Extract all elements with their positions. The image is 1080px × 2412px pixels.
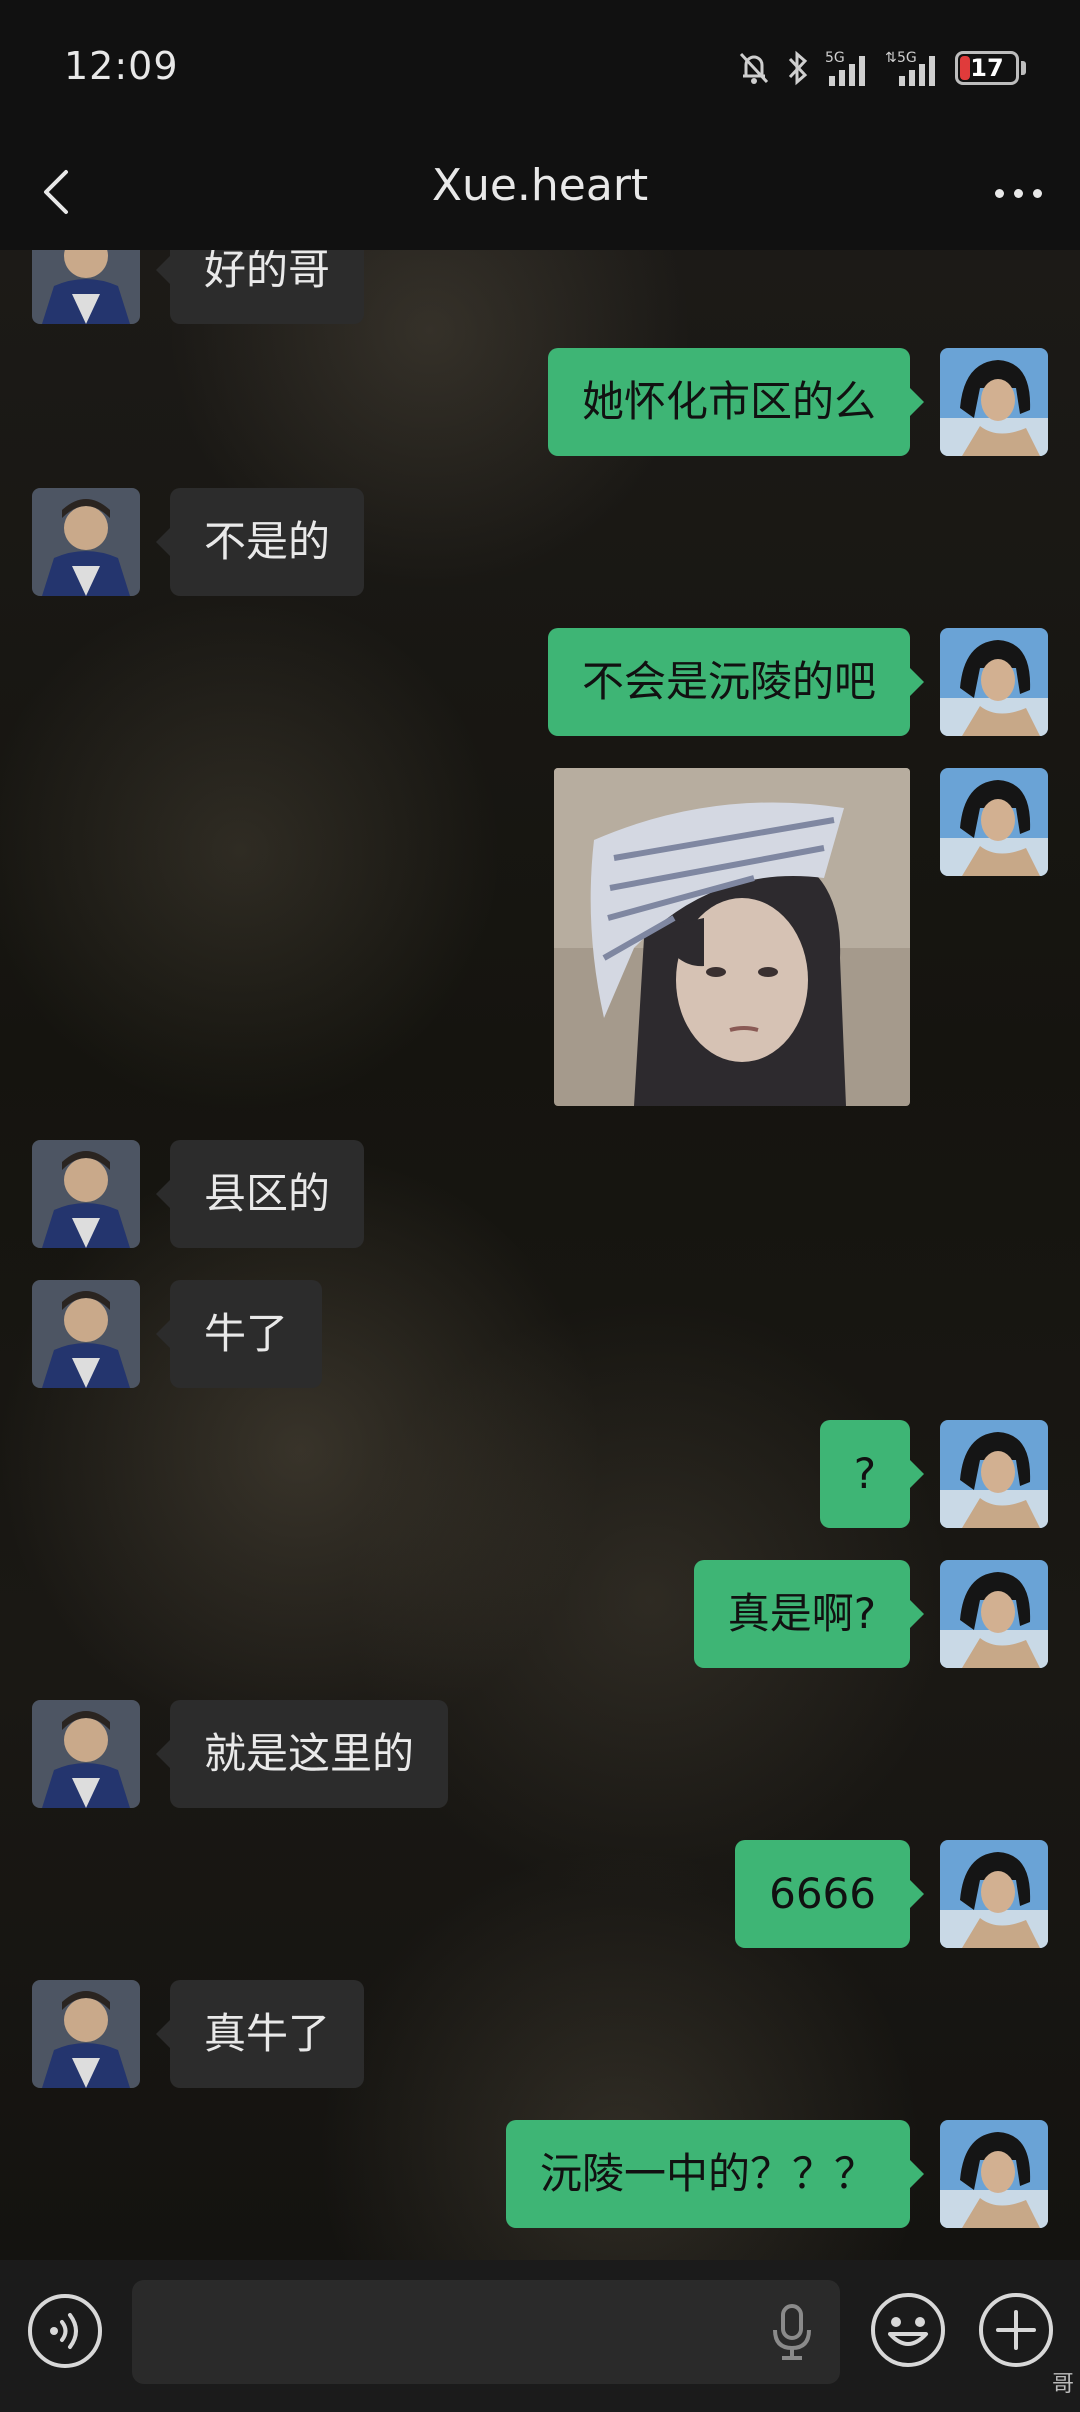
more-button[interactable] [980, 162, 1056, 224]
status-time: 12:09 [64, 44, 179, 88]
more-dot [1013, 188, 1023, 198]
contact-avatar[interactable] [32, 1140, 140, 1248]
message-bubble[interactable]: 真牛了 [155, 1980, 365, 2088]
svg-text:5G: 5G [897, 50, 917, 66]
message-bubble[interactable]: 她怀化市区的么 [547, 348, 925, 456]
emoji-button[interactable] [868, 2290, 948, 2370]
mute-bell-icon [739, 52, 769, 84]
contact-avatar[interactable] [32, 1980, 140, 2088]
input-bar: 哥 [0, 2260, 1080, 2412]
plus-icon [979, 2293, 1053, 2367]
chat-header: Xue.heart [0, 136, 1080, 250]
message-bubble[interactable]: 真是啊? [693, 1560, 925, 1668]
message-bubble[interactable]: 县区的 [155, 1140, 365, 1248]
microphone-icon[interactable] [770, 2302, 814, 2362]
signal-5g-icon-2: ⇅ 5G [885, 50, 935, 86]
user-avatar[interactable] [940, 1840, 1048, 1948]
user-avatar[interactable] [940, 1560, 1048, 1668]
message-bubble[interactable]: 就是这里的 [155, 1700, 449, 1808]
voice-mode-button[interactable] [26, 2292, 104, 2370]
signal-5g-icon: 5G [825, 50, 865, 86]
message-bubble[interactable]: 好的哥 [155, 250, 365, 324]
bluetooth-icon [788, 50, 808, 86]
user-avatar[interactable] [940, 768, 1048, 876]
message-bubble[interactable]: 牛了 [155, 1280, 323, 1388]
message-input[interactable] [132, 2280, 840, 2384]
plus-button[interactable] [976, 2290, 1056, 2370]
contact-avatar[interactable] [32, 1280, 140, 1388]
battery-icon: 17 [955, 51, 1019, 85]
message-bubble[interactable]: 不会是沅陵的吧 [547, 628, 925, 736]
message-bubble[interactable]: 6666 [735, 1840, 924, 1948]
battery-tip [1021, 61, 1026, 75]
message-bubble[interactable]: ? [819, 1420, 925, 1528]
contact-avatar[interactable] [32, 488, 140, 596]
user-avatar[interactable] [940, 348, 1048, 456]
user-avatar[interactable] [940, 628, 1048, 736]
contact-avatar[interactable] [32, 1700, 140, 1808]
user-avatar[interactable] [940, 2120, 1048, 2228]
more-dot [994, 188, 1004, 198]
battery-label: 17 [970, 54, 1004, 82]
message-bubble[interactable]: 不是的 [155, 488, 365, 596]
sticker-image[interactable] [554, 768, 910, 1106]
svg-text:5G: 5G [825, 50, 845, 66]
emoji-icon [871, 2293, 945, 2367]
more-dot [1032, 188, 1042, 198]
svg-text:⇅: ⇅ [885, 50, 897, 66]
message-bubble[interactable]: 沅陵一中的？？？ [505, 2120, 925, 2228]
user-avatar[interactable] [940, 1420, 1048, 1528]
chevron-left-icon [44, 170, 68, 214]
watermark: 哥 [1051, 2372, 1074, 2397]
back-button[interactable] [30, 156, 90, 228]
status-icons: 5G ⇅ 5G 17 [737, 48, 1026, 88]
chat-title: Xue.heart [431, 160, 649, 211]
voice-mode-icon [28, 2294, 102, 2368]
chat-area[interactable]: 好的哥 她怀化市区的么 不是的 不会是沅陵的吧 县区的 牛了 ? 真是啊? 就是… [0, 250, 1080, 2260]
status-bar: 12:09 5G ⇅ 5G 17 [0, 0, 1080, 136]
contact-avatar[interactable] [32, 250, 140, 324]
